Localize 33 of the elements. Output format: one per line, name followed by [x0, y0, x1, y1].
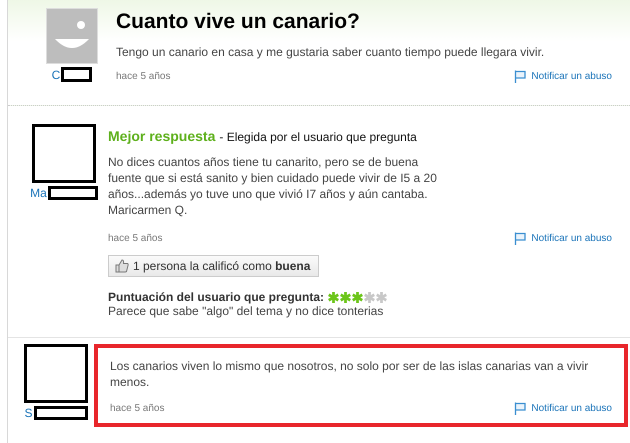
- report-link[interactable]: Notificar un abuso: [514, 402, 612, 415]
- star-icon: [340, 292, 352, 302]
- question-text: Tengo un canario en casa y me gustaria saber cuanto tiempo puede llegara vivir.: [116, 44, 546, 60]
- author-link[interactable]: S: [24, 406, 32, 420]
- best-answer-label: Mejor respuesta: [108, 128, 216, 144]
- author-link[interactable]: Ma: [30, 186, 47, 200]
- avatar-placeholder: [32, 124, 96, 183]
- avatar: [46, 8, 98, 64]
- avatar-placeholder: [24, 344, 88, 403]
- report-link[interactable]: Notificar un abuso: [514, 232, 612, 245]
- question-title: Cuanto vive un canario?: [116, 10, 361, 34]
- star-icon: [364, 292, 376, 302]
- timestamp: hace 5 años: [116, 71, 170, 82]
- flag-icon: [514, 402, 526, 415]
- answer-text: No dices cuantos años tiene tu canarito, pero se de buena fuente que si está sanito y bien cuidado puede vivir de I5 a 20 años...además yo tuve uno que vivió I7 años y aún cantaba. Maricarmen Q.: [108, 154, 438, 218]
- chosen-by-text: - Elegida por el usuario que pregunta: [219, 130, 417, 144]
- timestamp: hace 5 años: [108, 233, 162, 244]
- answer-text: Los canarios viven lo mismo que nosotros, no solo por ser de las islas canarias van a vivir menos.: [110, 358, 590, 390]
- thumbs-up-icon: [115, 259, 129, 273]
- star-icon: [352, 292, 364, 302]
- star-icon: [376, 292, 388, 302]
- censor-bar: [34, 406, 88, 420]
- censor-bar: [61, 67, 92, 82]
- report-link[interactable]: Notificar un abuso: [514, 70, 612, 83]
- flag-icon: [514, 232, 526, 245]
- censor-bar: [48, 186, 98, 200]
- asker-comment: Parece que sabe "algo" del tema y no dice tonterias: [108, 304, 384, 318]
- author-link[interactable]: C: [52, 68, 60, 82]
- star-icon: [328, 292, 340, 302]
- asker-rating-label: Puntuación del usuario que pregunta:: [108, 290, 324, 304]
- rating-button[interactable]: 1 persona la calificó como buena: [108, 255, 320, 277]
- flag-icon: [514, 70, 526, 83]
- timestamp: hace 5 años: [110, 403, 164, 414]
